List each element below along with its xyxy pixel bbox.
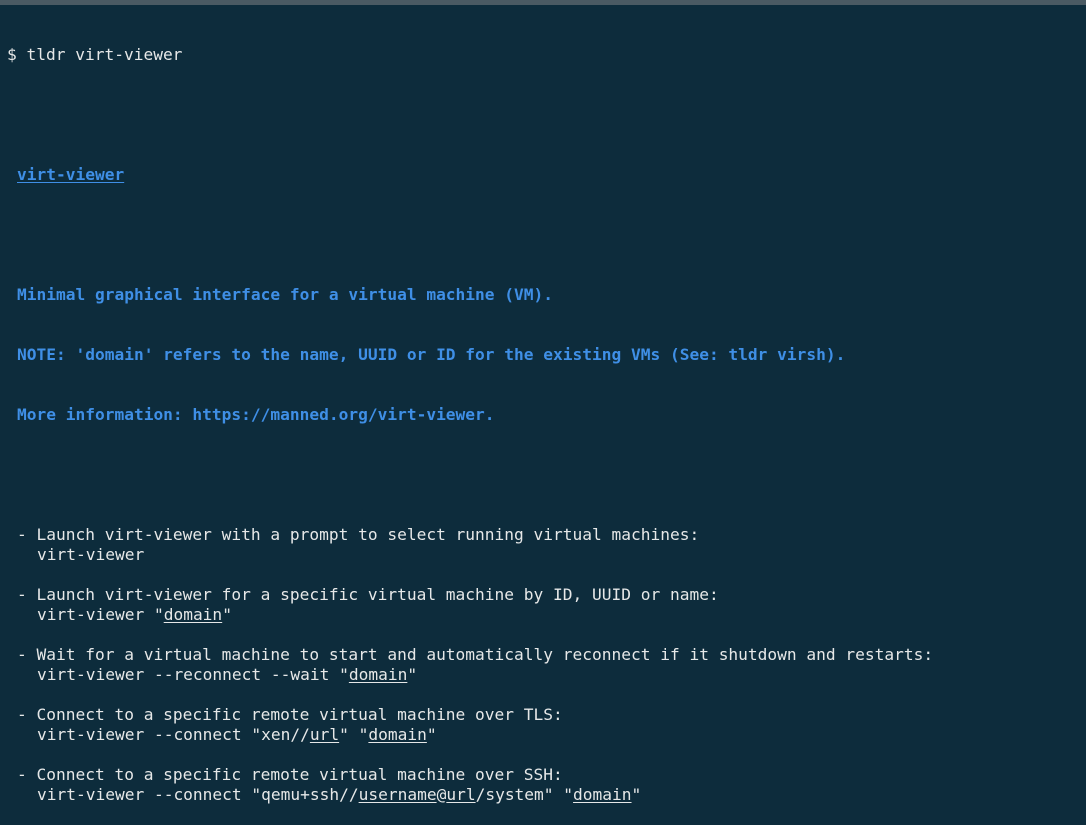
command-text: @: [436, 785, 447, 804]
command-placeholder: domain: [348, 665, 408, 684]
command-text: ": [407, 665, 418, 684]
command-text: ": [222, 605, 232, 624]
command-placeholder: domain: [163, 605, 223, 624]
prompt-symbol: $: [7, 45, 17, 64]
example-description: - Connect to a specific remote virtual m…: [17, 705, 563, 724]
example-description: - Wait for a virtual machine to start an…: [17, 645, 934, 664]
example-description: - Connect to a specific remote virtual m…: [17, 765, 563, 784]
command-placeholder: domain: [368, 725, 427, 744]
description-line: Minimal graphical interface for a virtua…: [17, 285, 554, 304]
example-command: virt-viewer --reconnect --wait "domain": [7, 665, 933, 685]
command-text: virt-viewer: [37, 545, 145, 564]
page-title[interactable]: virt-viewer: [17, 165, 124, 184]
more-info-line: More information: https://manned.org/vir…: [17, 405, 495, 424]
prompt-command: tldr virt-viewer: [26, 45, 183, 64]
example-description: - Launch virt-viewer with a prompt to se…: [17, 525, 700, 544]
terminal-output: $ tldr virt-viewer virt-viewer Minimal g…: [7, 5, 933, 825]
command-placeholder: url: [446, 785, 476, 804]
examples-list: - Launch virt-viewer with a prompt to se…: [7, 525, 933, 805]
command-text: virt-viewer --connect "xen//: [37, 725, 310, 744]
command-text: virt-viewer --connect "qemu+ssh//: [37, 785, 359, 804]
note-line: NOTE: 'domain' refers to the name, UUID …: [17, 345, 846, 364]
command-text: " ": [339, 725, 369, 744]
command-placeholder: domain: [573, 785, 632, 804]
example-command: virt-viewer "domain": [7, 605, 933, 625]
command-text: virt-viewer ": [37, 605, 164, 624]
command-placeholder: url: [309, 725, 340, 744]
example-command: virt-viewer --connect "qemu+ssh//usernam…: [7, 785, 933, 805]
prompt-line: $ tldr virt-viewer: [7, 45, 933, 65]
command-text: ": [631, 785, 642, 804]
command-text: ": [426, 725, 437, 744]
command-placeholder: username: [358, 785, 437, 804]
example-command: virt-viewer: [7, 545, 933, 565]
example-command: virt-viewer --connect "xen//url" "domain…: [7, 725, 933, 745]
example-description: - Launch virt-viewer for a specific virt…: [17, 585, 719, 604]
page-title-line: virt-viewer: [7, 165, 933, 185]
command-text: /system" ": [475, 785, 574, 804]
command-text: virt-viewer --reconnect --wait ": [37, 665, 349, 684]
